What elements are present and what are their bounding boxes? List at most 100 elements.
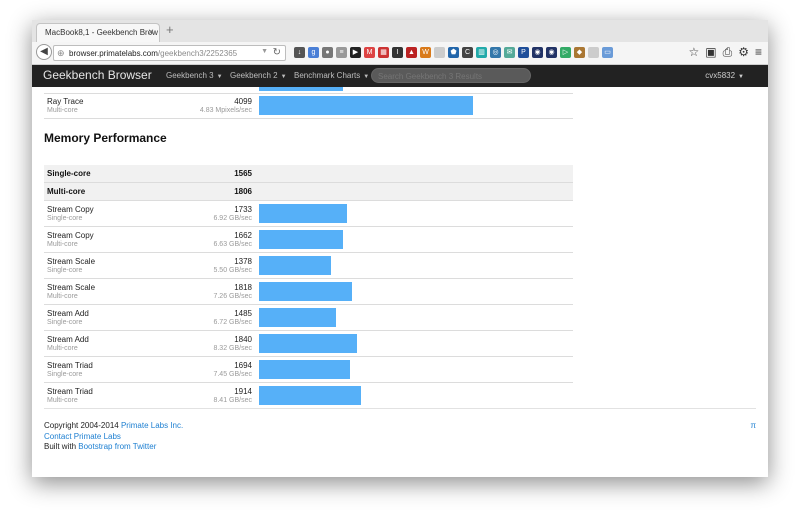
score-bar [259,96,473,115]
new-tab-icon[interactable]: + [166,23,174,37]
att-icon[interactable]: ◎ [490,47,501,58]
download-icon[interactable]: ↓ [294,47,305,58]
gear-icon[interactable]: ⚙ [738,45,749,60]
summary-score: 1565 [234,169,252,178]
benchmark-name: Stream Triad [47,361,93,370]
calendar-icon[interactable]: ▦ [378,47,389,58]
company-link[interactable]: Primate Labs Inc. [121,421,183,430]
footer-built-with: Built with Bootstrap from Twitter [44,442,156,451]
benchmark-mode: Multi-core [47,241,78,248]
benchmark-score: 1840 [234,335,252,344]
benchmark-rate: 7.45 GB/sec [213,371,252,378]
table-row: Stream Scale Single-core 1378 5.50 GB/sec [44,253,573,279]
benchmark-name: Stream Add [47,309,89,318]
benchmark-score: 1378 [234,257,252,266]
store-icon[interactable]: ▷ [560,47,571,58]
chart-icon[interactable]: ▥ [476,47,487,58]
pi-link[interactable]: π [750,421,756,430]
page-content: Ray Trace Multi-core 4099 4.83 Mpixels/s… [32,87,768,477]
gmail-icon[interactable]: M [364,47,375,58]
reload-icon[interactable]: ↻ [273,47,281,58]
benchmark-mode: Multi-core [47,345,78,352]
score-bar [259,204,347,223]
menu-icon[interactable]: ≡ [755,45,762,60]
back-button[interactable]: ◀ [36,44,52,60]
table-row: Stream Triad Multi-core 1914 8.41 GB/sec [44,383,573,409]
tab-title: MacBook8,1 - Geekbench Brow… [45,28,160,37]
benchmark-score: 4099 [234,97,252,106]
porsche-icon[interactable]: ◆ [574,47,585,58]
mail-icon[interactable]: ✉ [504,47,515,58]
footer-contact: Contact Primate Labs [44,432,121,441]
benchmark-mode: Single-core [47,215,83,222]
nav-benchmark-charts[interactable]: Benchmark Charts ▼ [294,71,369,80]
bookmark-icons: ↓ g ● ≡ ▶ M ▦ I ▲ W ⬟ C ▥ ◎ ✉ P ◉ ◉ ▷ ◆ … [294,47,613,59]
instapaper-icon[interactable]: I [392,47,403,58]
c-icon[interactable]: C [462,47,473,58]
site-navbar: Geekbench Browser Geekbench 3 ▼ Geekbench… [32,65,768,87]
caret-down-icon: ▼ [216,74,223,80]
benchmark-score: 1662 [234,231,252,240]
browser-tab[interactable]: MacBook8,1 - Geekbench Brow… × [36,23,160,42]
benchmark-name: Stream Add [47,335,89,344]
benchmark-rate: 8.41 GB/sec [213,397,252,404]
benchmark-name: Stream Scale [47,257,96,266]
nav-geekbench2[interactable]: Geekbench 2 ▼ [230,71,287,80]
play-icon[interactable]: ▶ [350,47,361,58]
tab-strip: MacBook8,1 - Geekbench Brow… × + [32,20,768,43]
score-bar [259,87,343,91]
benchmark-rate: 6.92 GB/sec [213,215,252,222]
blank-page-icon-2[interactable] [588,47,599,58]
benchmark-mode: Multi-core [47,293,78,300]
benchmark-rate: 7.26 GB/sec [213,293,252,300]
nav-geekbench3[interactable]: Geekbench 3 ▼ [166,71,223,80]
browser-window: MacBook8,1 - Geekbench Brow… × + ◀ ⊕ bro… [32,20,768,477]
benchmark-rate: 6.63 GB/sec [213,241,252,248]
copyright-text: Copyright 2004-2014 [44,421,119,430]
summary-row: Multi-core 1806 [44,183,573,201]
blank-page-icon[interactable] [434,47,445,58]
search-input[interactable] [371,68,531,83]
benchmark-name: Stream Scale [47,283,96,292]
nav-label: Geekbench 2 [230,71,278,80]
section-title: Memory Performance [44,131,167,145]
score-bar [259,360,350,379]
print-icon[interactable]: ⎙ [723,45,733,60]
score-bar [259,230,343,249]
dropdown-arrow-icon[interactable]: ▼ [261,48,268,55]
hat-icon[interactable]: ▲ [406,47,417,58]
score-bar [259,256,331,275]
pentagon-icon[interactable]: ⬟ [448,47,459,58]
bmw-icon-2[interactable]: ◉ [546,47,557,58]
star-icon[interactable]: ☆ [689,45,700,60]
url-host: browser.primatelabs.com [69,49,158,58]
benchmark-rate: 4.83 Mpixels/sec [199,107,252,114]
caret-down-icon: ▼ [280,74,287,80]
bootstrap-link[interactable]: Bootstrap from Twitter [78,442,156,451]
benchmark-score: 1694 [234,361,252,370]
table-row: Stream Add Multi-core 1840 8.32 GB/sec [44,331,573,357]
table-row: Stream Copy Multi-core 1662 6.63 GB/sec [44,227,573,253]
browser-toolbar: ◀ ⊕ browser.primatelabs.com/geekbench3/2… [32,42,768,65]
url-bar[interactable]: ⊕ browser.primatelabs.com/geekbench3/225… [53,45,286,61]
brand-link[interactable]: Geekbench Browser [43,68,152,82]
username: cvx5832 [705,71,736,80]
bookmark-icon[interactable]: ≡ [336,47,347,58]
clipboard-icon[interactable]: ▣ [705,45,716,60]
benchmark-name: Stream Copy [47,205,94,214]
user-menu[interactable]: cvx5832 ▼ [705,71,744,80]
wy-icon[interactable]: W [420,47,431,58]
folder-icon[interactable]: ▭ [602,47,613,58]
close-tab-icon[interactable]: × [148,27,154,38]
table-row: Ray Trace Multi-core 4099 4.83 Mpixels/s… [44,93,573,119]
summary-score: 1806 [234,187,252,196]
google-icon[interactable]: g [308,47,319,58]
apple-icon[interactable]: ● [322,47,333,58]
p-icon[interactable]: P [518,47,529,58]
bmw-icon[interactable]: ◉ [532,47,543,58]
caret-down-icon: ▼ [363,74,370,80]
score-bar [259,386,361,405]
contact-link[interactable]: Contact Primate Labs [44,432,121,441]
footer-divider [44,408,756,409]
benchmark-mode: Single-core [47,319,83,326]
